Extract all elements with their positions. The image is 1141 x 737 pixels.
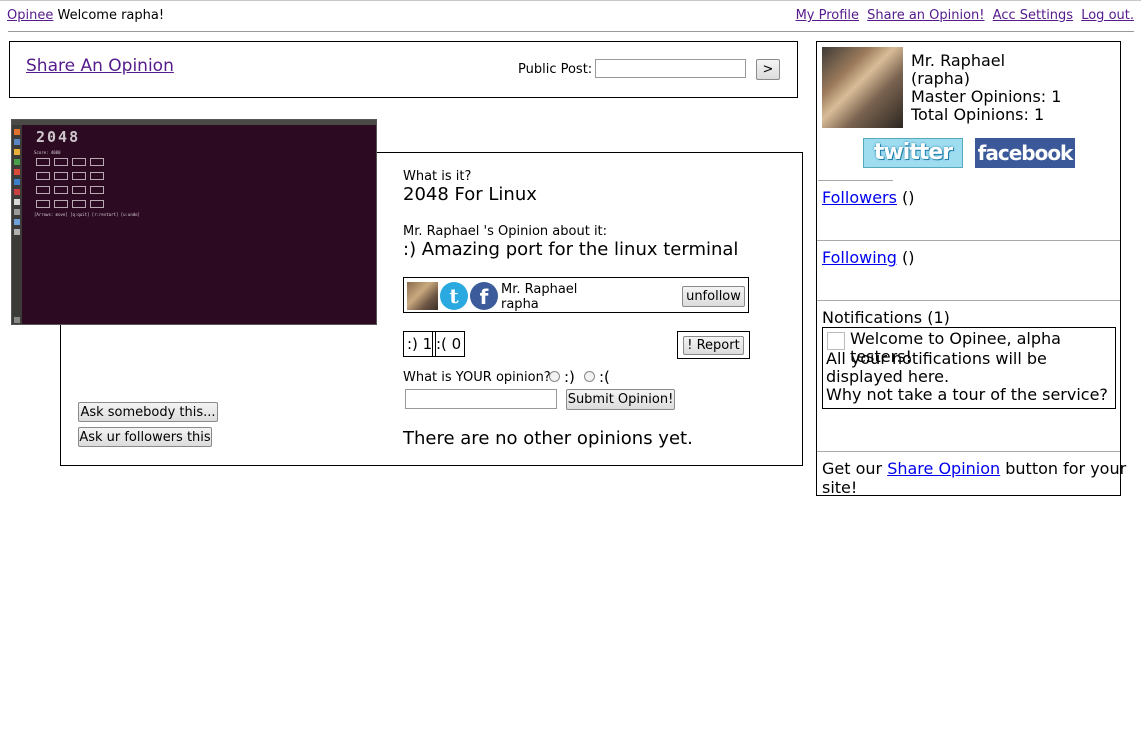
grid-cell [36, 200, 50, 208]
author-handle: rapha [501, 297, 539, 312]
launcher-icon [14, 189, 20, 195]
followers-row: Followers () [822, 188, 915, 207]
happy-radio-label: :) [564, 368, 575, 386]
share-opinion-button-link[interactable]: Share Opinion [887, 459, 1000, 478]
grid-cell [54, 158, 68, 166]
downvote-count[interactable]: :( 0 [432, 331, 466, 357]
acc-settings-link[interactable]: Acc Settings [993, 8, 1073, 23]
welcome-text: Welcome rapha! [57, 8, 165, 23]
header-divider [8, 31, 1134, 32]
facebook-icon[interactable]: f [470, 282, 498, 310]
twitter-icon[interactable]: t [440, 282, 468, 310]
profile-avatar[interactable] [822, 47, 903, 128]
share-opinion-title-link[interactable]: Share An Opinion [26, 56, 174, 76]
notification-body: All your notifications will be displayed… [826, 349, 1108, 404]
what-is-it-label: What is it? [403, 169, 472, 184]
sad-radio[interactable] [584, 371, 595, 382]
author-avatar[interactable] [407, 282, 438, 310]
divider [817, 240, 1120, 241]
thumb-launcher [12, 125, 22, 324]
your-opinion-input[interactable] [405, 389, 557, 409]
logout-link[interactable]: Log out. [1081, 8, 1134, 23]
thumb-footer: [Arrows: move] [q:quit] [r:restart] [u:u… [34, 212, 140, 217]
ask-followers-button[interactable]: Ask ur followers this [78, 427, 212, 447]
thumb-title: 2048 [36, 128, 81, 146]
grid-cell [54, 172, 68, 180]
short-divider [818, 180, 893, 181]
grid-cell [36, 186, 50, 194]
grid-cell [90, 172, 104, 180]
profile-info: Mr. Raphael (rapha) Master Opinions: 1 T… [911, 52, 1061, 124]
grid-cell [36, 172, 50, 180]
master-opinions-count: Master Opinions: 1 [911, 87, 1062, 106]
following-row: Following () [822, 248, 915, 267]
grid-cell [72, 172, 86, 180]
launcher-icon [14, 169, 20, 175]
author-name: Mr. Raphael [501, 282, 578, 297]
following-count: () [902, 248, 915, 267]
brand-link[interactable]: Opinee [7, 8, 53, 23]
grid-cell [54, 186, 68, 194]
subject-title: 2048 For Linux [403, 184, 537, 205]
opinion-screenshot[interactable]: 2048 Score: 4080 [Arrows: move] [q:quit]… [11, 119, 377, 325]
launcher-icon [14, 159, 20, 165]
launcher-icon [14, 179, 20, 185]
your-opinion-label: What is YOUR opinion? [403, 370, 551, 385]
author-name-block: Mr. Raphael rapha [501, 282, 577, 312]
public-post-label: Public Post: [518, 62, 593, 77]
ask-somebody-button[interactable]: Ask somebody this... [78, 402, 218, 422]
profile-name: Mr. Raphael [911, 51, 1006, 70]
twitter-logo-button[interactable]: twitter [863, 138, 963, 168]
happy-radio[interactable] [549, 371, 560, 382]
profile-handle: (rapha) [911, 69, 970, 88]
grid-cell [90, 186, 104, 194]
no-other-opinions-text: There are no other opinions yet. [403, 428, 693, 449]
report-wrapper: ! Report [677, 331, 750, 359]
trash-icon [14, 317, 20, 323]
launcher-icon [14, 219, 20, 225]
grid-cell [72, 186, 86, 194]
opinion-about-label: Mr. Raphael 's Opinion about it: [403, 224, 608, 239]
launcher-icon [14, 229, 20, 235]
public-post-submit-button[interactable]: > [756, 59, 780, 80]
grid-cell [36, 158, 50, 166]
submit-opinion-button[interactable]: Submit Opinion! [566, 389, 675, 410]
sad-radio-label: :( [599, 368, 610, 386]
grid-cell [90, 200, 104, 208]
share-opinion-link[interactable]: Share an Opinion! [867, 8, 984, 23]
launcher-icon [14, 209, 20, 215]
get-share-button-text: Get our Share Opinion button for your si… [822, 459, 1141, 497]
opinion-text: :) Amazing port for the linux terminal [403, 239, 739, 260]
get-share-prefix: Get our [822, 459, 888, 478]
unfollow-button[interactable]: unfollow [682, 286, 745, 307]
launcher-icon [14, 199, 20, 205]
launcher-icon [14, 149, 20, 155]
grid-cell [72, 200, 86, 208]
divider [817, 451, 1120, 452]
report-button[interactable]: ! Report [683, 336, 744, 355]
launcher-icon [14, 139, 20, 145]
top-nav: My Profile Share an Opinion! Acc Setting… [792, 8, 1134, 23]
launcher-icon [14, 129, 20, 135]
thumb-top-panel [12, 120, 376, 125]
following-link[interactable]: Following [822, 248, 897, 267]
grid-cell [54, 200, 68, 208]
grid-cell [90, 158, 104, 166]
total-opinions-count: Total Opinions: 1 [911, 105, 1045, 124]
followers-link[interactable]: Followers [822, 188, 897, 207]
top-border [0, 0, 1141, 1]
public-post-input[interactable] [595, 59, 746, 78]
thumb-score: Score: 4080 [34, 150, 61, 155]
notification-item[interactable]: Welcome to Opinee, alpha testers! All yo… [822, 327, 1116, 409]
followers-count: () [902, 188, 915, 207]
my-profile-link[interactable]: My Profile [796, 8, 859, 23]
notification-checkbox[interactable] [827, 332, 845, 350]
top-left: Opinee Welcome rapha! [7, 8, 164, 23]
notifications-title: Notifications (1) [822, 308, 950, 327]
divider [817, 300, 1120, 301]
facebook-logo-button[interactable]: facebook [975, 138, 1075, 168]
share-opinion-panel: Share An Opinion Public Post: > [9, 41, 798, 98]
grid-cell [72, 158, 86, 166]
